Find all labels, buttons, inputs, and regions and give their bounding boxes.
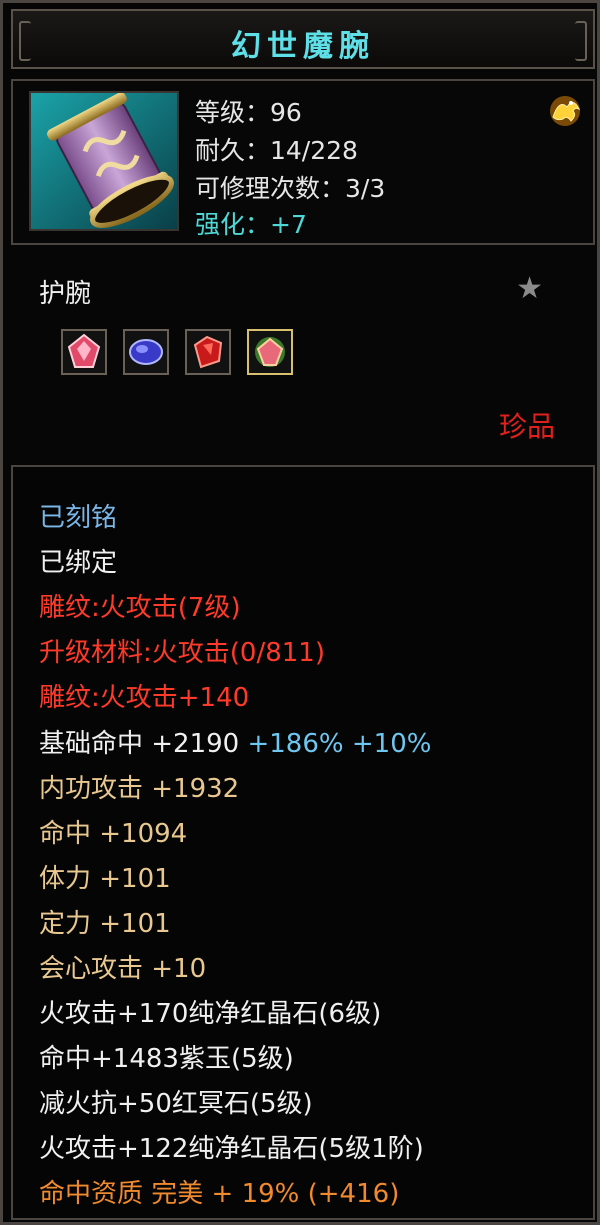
base-accuracy-label: 基础命中 +2190: [39, 729, 240, 759]
item-properties: 已刻铭 已绑定 雕纹:火攻击(7级) 升级材料:火攻击(0/811) 雕纹:火攻…: [11, 465, 595, 1220]
gem-socket-line: 火攻击+170纯净红晶石(6级): [39, 999, 382, 1029]
gem-socket-line: 命中+1483紫玉(5级): [39, 1044, 294, 1074]
item-enhance-level: 强化：+7: [195, 210, 307, 239]
red-gem-icon: [185, 329, 231, 375]
item-level: 等级：96: [195, 98, 302, 127]
carving-line: 雕纹:火攻击(7级): [39, 593, 241, 623]
bound-status: 已绑定: [39, 548, 118, 578]
base-accuracy-bonus: +186%: [239, 729, 344, 759]
gem-socket-line: 减火抗+50红冥石(5级): [39, 1089, 313, 1119]
item-type: 护腕: [39, 279, 92, 309]
upgrade-material-line: 升级材料:火攻击(0/811): [39, 638, 325, 668]
red-crystal-icon: [61, 329, 107, 375]
carving-bonus-line: 雕纹:火攻击+140: [39, 683, 250, 713]
quality-line: 命中资质 完美 + 19% (+416): [39, 1179, 400, 1209]
attribute-line: 会心攻击 +10: [39, 954, 207, 984]
base-accuracy-line: 基础命中 +2190 +186% +10%: [39, 723, 431, 760]
item-header: 等级：96 耐久：14/228 可修理次数：3/3 强化：+7: [11, 79, 595, 245]
item-name: 幻世魔腕: [231, 29, 375, 64]
item-repair-count: 可修理次数：3/3: [195, 174, 386, 203]
base-accuracy-extra: +10%: [343, 729, 432, 759]
attribute-line: 命中 +1094: [39, 819, 188, 849]
attribute-line: 定力 +101: [39, 909, 171, 939]
attribute-line: 体力 +101: [39, 864, 171, 894]
item-summary: 护腕 ★ 珍品: [11, 247, 595, 459]
item-durability: 耐久：14/228: [195, 136, 358, 165]
item-tooltip: 幻世魔腕 等级：96 耐久：14/228 可修理次数：3/3 强化：+7 护腕 …: [0, 0, 600, 1225]
purple-jade-icon: [123, 329, 169, 375]
attribute-line: 内功攻击 +1932: [39, 774, 240, 804]
item-rarity: 珍品: [498, 410, 555, 443]
golden-dragon-icon: [547, 91, 583, 131]
engraved-status: 已刻铭: [39, 503, 118, 533]
bracer-item-icon: [29, 91, 179, 231]
title-bar: 幻世魔腕: [11, 9, 595, 69]
red-crystal-icon: [247, 329, 293, 375]
star-icon[interactable]: ★: [516, 271, 543, 306]
gem-socket-line: 火攻击+122纯净红晶石(5级1阶): [39, 1134, 424, 1164]
